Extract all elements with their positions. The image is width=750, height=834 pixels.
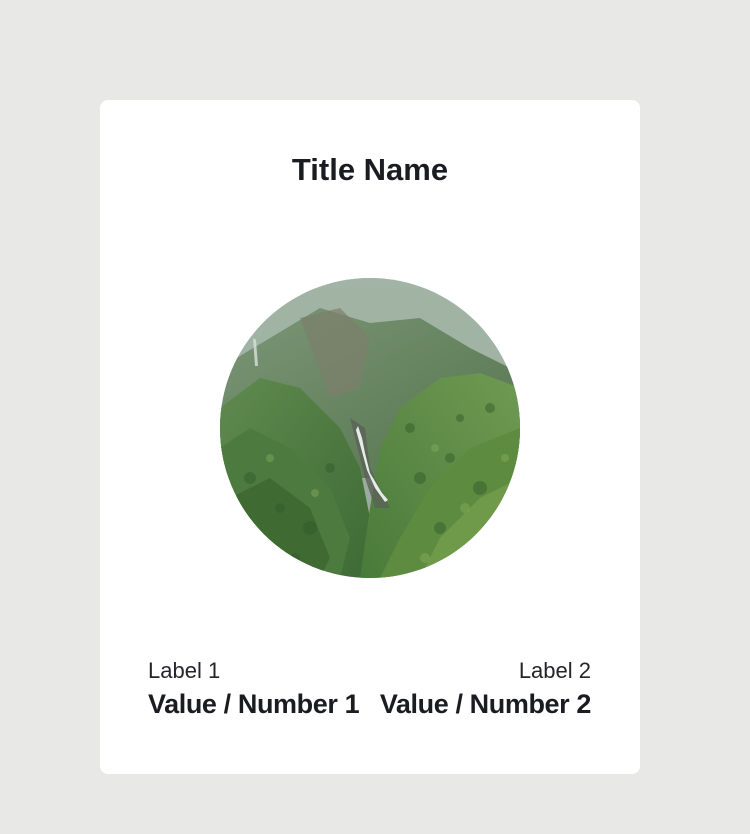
card-image <box>220 278 520 578</box>
stat-2: Label 2 Value / Number 2 <box>379 656 592 722</box>
stat-1-label: Label 1 <box>148 658 221 683</box>
stat-1: Label 1 Value / Number 1 <box>148 656 360 722</box>
info-card: Title Name Label 1 Value / Number 1 Labe… <box>100 100 640 774</box>
mountain-valley-image <box>220 278 520 578</box>
stat-2-value: Value / Number 2 <box>379 689 592 719</box>
stat-1-value: Value / Number 1 <box>148 689 360 719</box>
card-title: Title Name <box>291 152 449 187</box>
stat-2-label: Label 2 <box>518 658 591 683</box>
stats-row: Label 1 Value / Number 1 Label 2 Value /… <box>148 656 591 722</box>
